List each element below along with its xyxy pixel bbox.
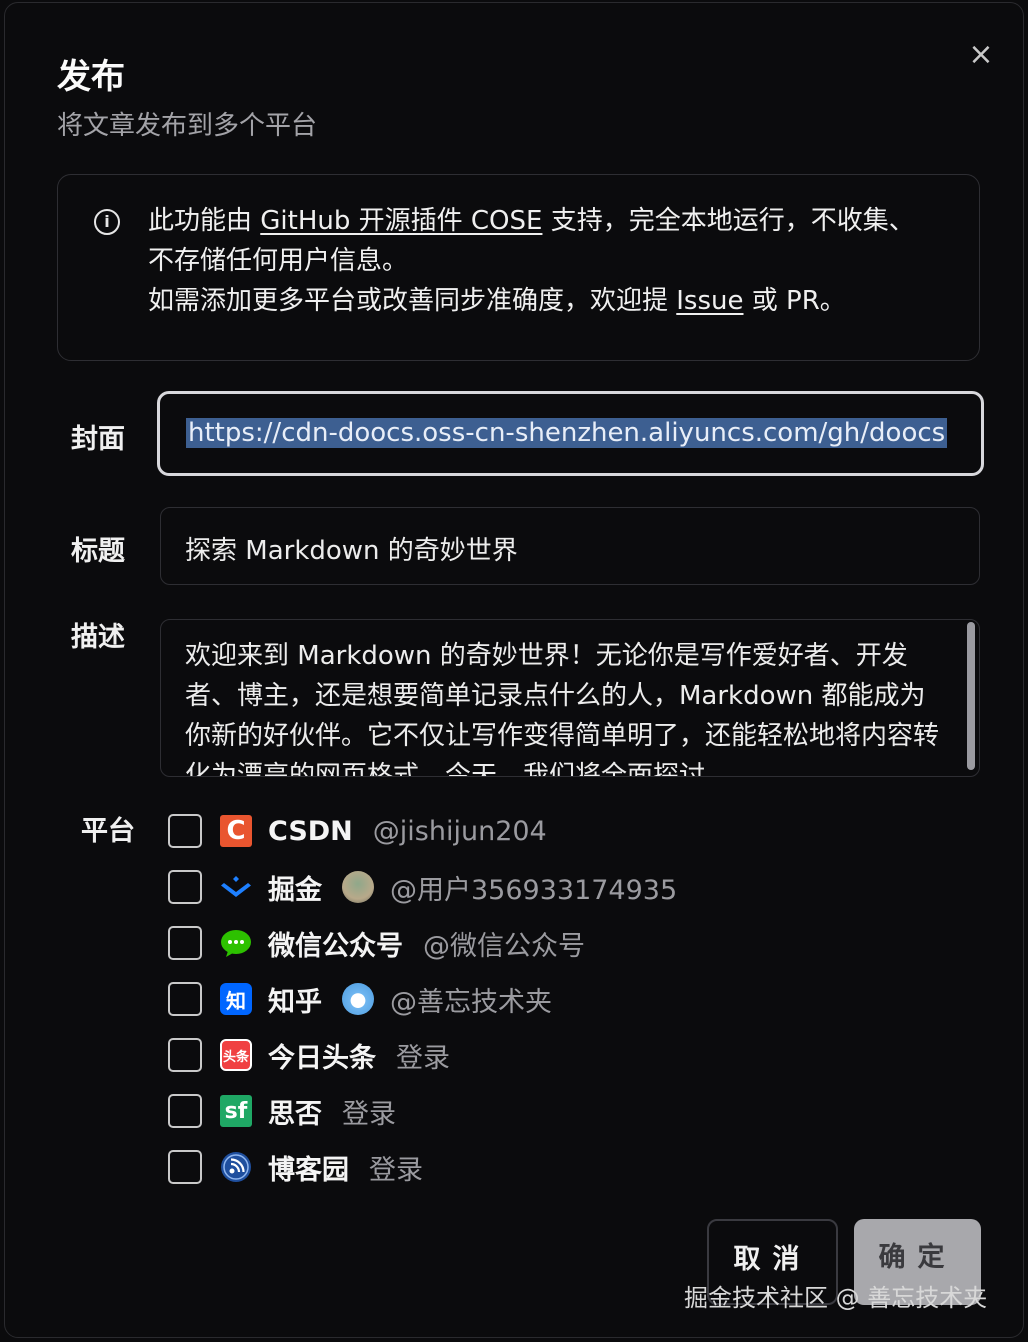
- watermark: 掘金技术社区 @ 善忘技术夹: [684, 1284, 988, 1312]
- platform-name: 微信公众号: [268, 930, 403, 962]
- login-link[interactable]: 登录: [396, 1036, 450, 1075]
- notice-text-part: 此功能由: [148, 206, 261, 236]
- zhihu-icon: 知: [220, 983, 252, 1015]
- description-textarea[interactable]: 欢迎来到 Markdown 的奇妙世界！无论你是写作爱好者、开发者、博主，还是想…: [160, 619, 980, 777]
- cnblogs-checkbox[interactable]: [168, 1150, 202, 1184]
- platform-row-cnblogs[interactable]: 博客园 登录: [168, 1147, 423, 1187]
- dialog-title: 发布: [57, 57, 125, 97]
- toutiao-icon: 头条: [220, 1039, 252, 1071]
- cnblogs-icon: [220, 1151, 252, 1183]
- notice-text-part: 如需添加更多平台或改善同步准确度，欢迎提: [148, 286, 677, 316]
- wechat-checkbox[interactable]: [168, 926, 202, 960]
- platform-name: 博客园: [268, 1154, 349, 1186]
- platform-account: @善忘技术夹: [390, 986, 552, 1018]
- notice-text: 此功能由 GitHub 开源插件 COSE 支持，完全本地运行，不收集、不存储任…: [148, 201, 938, 321]
- login-link[interactable]: 登录: [369, 1148, 423, 1187]
- platform-label: 平台: [81, 816, 135, 847]
- juejin-checkbox[interactable]: [168, 870, 202, 904]
- info-icon: i: [94, 209, 120, 235]
- desc-label: 描述: [71, 622, 125, 653]
- cose-plugin-link[interactable]: GitHub 开源插件 COSE: [260, 206, 542, 236]
- platform-row-juejin[interactable]: 掘金 @用户356933174935: [168, 867, 677, 907]
- cover-input[interactable]: https://cdn-doocs.oss-cn-shenzhen.aliyun…: [157, 391, 984, 476]
- avatar: [342, 983, 374, 1015]
- segmentfault-icon: sf: [220, 1095, 252, 1127]
- title-input[interactable]: 探索 Markdown 的奇妙世界: [160, 507, 980, 585]
- textarea-scrollbar[interactable]: [967, 622, 975, 770]
- close-icon[interactable]: ×: [967, 40, 995, 70]
- platform-name: CSDN: [268, 815, 353, 847]
- login-link[interactable]: 登录: [342, 1092, 396, 1131]
- info-notice: i 此功能由 GitHub 开源插件 COSE 支持，完全本地运行，不收集、不存…: [57, 174, 980, 361]
- juejin-icon: [220, 871, 252, 903]
- platform-account: @用户356933174935: [390, 874, 678, 906]
- csdn-checkbox[interactable]: [168, 814, 202, 848]
- platform-row-wechat[interactable]: 微信公众号 @微信公众号: [168, 923, 585, 963]
- zhihu-checkbox[interactable]: [168, 982, 202, 1016]
- wechat-icon: [220, 927, 252, 959]
- issue-link[interactable]: Issue: [676, 286, 743, 316]
- toutiao-checkbox[interactable]: [168, 1038, 202, 1072]
- title-label: 标题: [71, 536, 125, 567]
- cover-label: 封面: [71, 424, 125, 455]
- description-value: 欢迎来到 Markdown 的奇妙世界！无论你是写作爱好者、开发者、博主，还是想…: [185, 641, 940, 777]
- publish-dialog: × 发布 将文章发布到多个平台 i 此功能由 GitHub 开源插件 COSE …: [4, 2, 1024, 1338]
- platform-row-segmentfault[interactable]: sf 思否 登录: [168, 1091, 396, 1131]
- csdn-icon: C: [220, 815, 252, 847]
- platform-row-csdn[interactable]: C CSDN @jishijun204: [168, 811, 547, 851]
- dialog-subtitle: 将文章发布到多个平台: [57, 111, 318, 141]
- avatar: [342, 871, 374, 903]
- platform-row-toutiao[interactable]: 头条 今日头条 登录: [168, 1035, 450, 1075]
- platform-name: 知乎: [268, 986, 322, 1018]
- title-input-value: 探索 Markdown 的奇妙世界: [185, 536, 518, 566]
- notice-text-part: 或 PR。: [743, 286, 846, 316]
- platform-account: @微信公众号: [423, 930, 585, 962]
- platform-name: 思否: [268, 1098, 322, 1130]
- segmentfault-checkbox[interactable]: [168, 1094, 202, 1128]
- platform-account: @jishijun204: [372, 815, 547, 847]
- platform-name: 今日头条: [268, 1042, 376, 1074]
- platform-name: 掘金: [268, 874, 322, 906]
- cover-input-value: https://cdn-doocs.oss-cn-shenzhen.aliyun…: [186, 418, 948, 448]
- platform-row-zhihu[interactable]: 知 知乎 @善忘技术夹: [168, 979, 552, 1019]
